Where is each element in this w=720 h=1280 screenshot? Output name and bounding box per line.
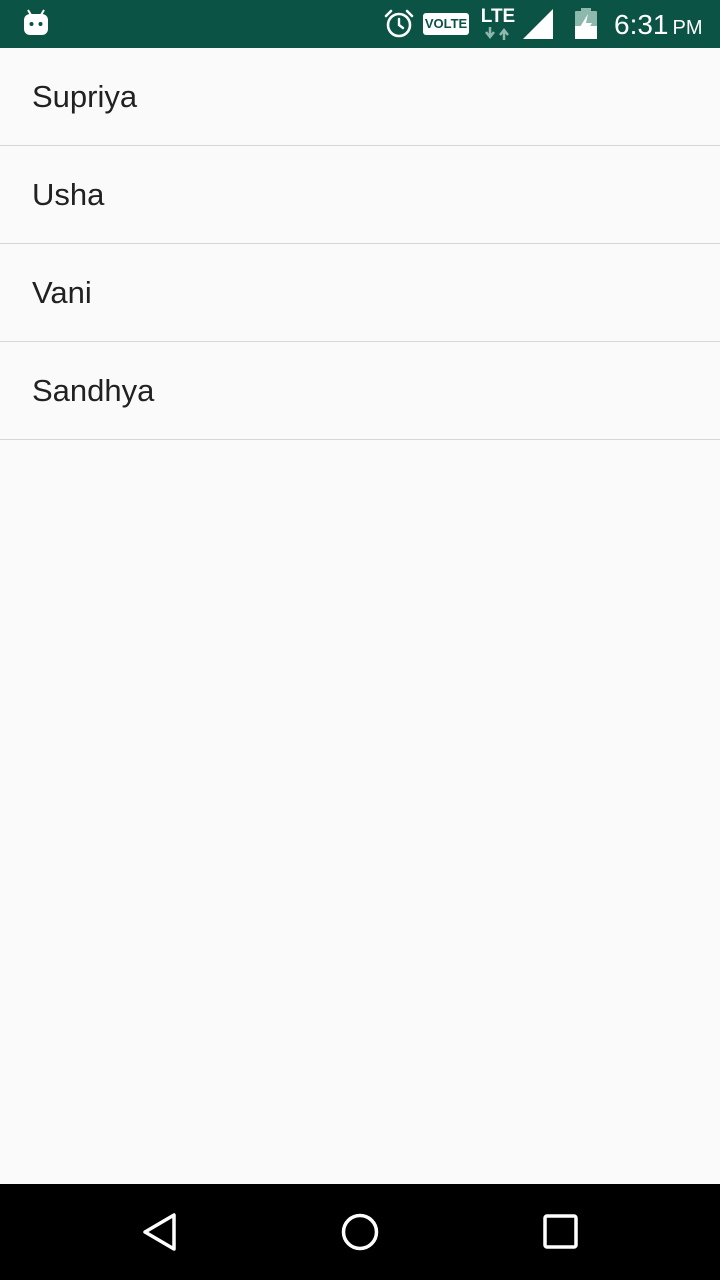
signal-icon <box>522 8 554 45</box>
alarm-icon <box>384 9 414 44</box>
data-activity-icon <box>484 27 512 46</box>
status-bar: VOLTE LTE 6:31 PM <box>0 0 720 48</box>
lte-icon: LTE <box>480 6 516 27</box>
volte-icon: VOLTE <box>423 13 469 35</box>
clock-time: 6:31 <box>614 9 669 40</box>
names-list: Supriya Usha Vani Sandhya <box>0 48 720 440</box>
home-icon[interactable] <box>340 1212 380 1252</box>
clock: 6:31 PM <box>614 8 703 45</box>
list-item-usha[interactable]: Usha <box>0 146 720 244</box>
list-item-label: Vani <box>32 274 92 310</box>
list-item-label: Sandhya <box>32 372 155 408</box>
android-notification-icon <box>22 8 50 43</box>
navigation-bar <box>0 1184 720 1280</box>
list-item-label: Usha <box>32 176 105 212</box>
list-item-supriya[interactable]: Supriya <box>0 48 720 146</box>
battery-charging-icon <box>574 8 598 45</box>
list-item-vani[interactable]: Vani <box>0 244 720 342</box>
recents-icon[interactable] <box>542 1212 582 1252</box>
clock-ampm: PM <box>672 17 703 39</box>
back-icon[interactable] <box>140 1212 180 1252</box>
list-item-label: Supriya <box>32 78 138 114</box>
list-item-sandhya[interactable]: Sandhya <box>0 342 720 440</box>
